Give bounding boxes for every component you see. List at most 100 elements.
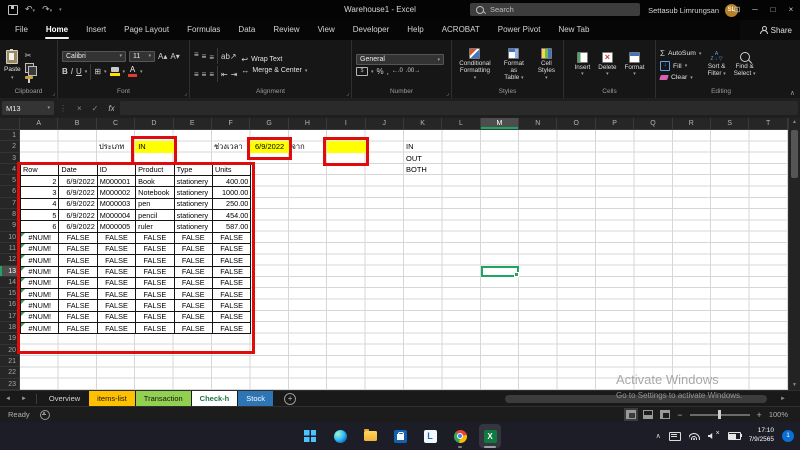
orientation-icon[interactable]: ab↗: [221, 52, 237, 61]
table-cell[interactable]: FALSE: [174, 289, 212, 300]
insert-button[interactable]: Insert▾: [573, 52, 593, 78]
table-cell[interactable]: FALSE: [136, 311, 174, 322]
number-format-select[interactable]: General▾: [356, 54, 444, 65]
table-cell[interactable]: FALSE: [174, 323, 212, 334]
row-header-21[interactable]: 21: [0, 356, 19, 367]
table-cell[interactable]: FALSE: [59, 232, 97, 243]
table-cell[interactable]: FALSE: [212, 232, 250, 243]
ribbon-tab-formulas[interactable]: Formulas: [178, 20, 229, 40]
ribbon-tab-acrobat[interactable]: ACROBAT: [433, 20, 489, 40]
excel-taskbar-button[interactable]: X: [479, 424, 501, 448]
hidden-icons-chevron-icon[interactable]: ∧: [656, 432, 661, 440]
shrink-font-icon[interactable]: A▾: [170, 52, 179, 61]
table-cell[interactable]: FALSE: [97, 311, 135, 322]
zoom-slider-thumb[interactable]: [718, 410, 721, 419]
table-cell[interactable]: FALSE: [59, 323, 97, 334]
table-cell[interactable]: FALSE: [97, 300, 135, 311]
row-header-19[interactable]: 19: [0, 333, 19, 344]
merge-center-button[interactable]: ↔ Merge & Center ▾: [241, 66, 307, 75]
table-cell[interactable]: FALSE: [136, 289, 174, 300]
bold-button[interactable]: B: [62, 67, 68, 76]
start-button[interactable]: [299, 424, 321, 448]
wifi-icon[interactable]: [689, 432, 700, 440]
column-header-r[interactable]: R: [673, 118, 711, 129]
table-cell[interactable]: stationery: [174, 221, 212, 232]
table-cell[interactable]: stationery: [174, 187, 212, 198]
table-cell[interactable]: FALSE: [174, 300, 212, 311]
l-app-button[interactable]: L: [419, 424, 441, 448]
select-all-corner[interactable]: [0, 118, 20, 130]
row-header-8[interactable]: 8: [0, 209, 19, 220]
table-cell[interactable]: 4: [21, 198, 59, 209]
table-cell[interactable]: FALSE: [212, 289, 250, 300]
decrease-indent-icon[interactable]: ⇤: [221, 70, 228, 79]
table-cell[interactable]: #NUM!: [21, 311, 59, 322]
battery-icon[interactable]: [728, 432, 741, 440]
table-cell[interactable]: 6/9/2022: [59, 210, 97, 221]
row-header-12[interactable]: 12: [0, 254, 19, 265]
table-cell[interactable]: FALSE: [174, 232, 212, 243]
table-cell[interactable]: ruler: [136, 221, 174, 232]
align-center-icon[interactable]: ≡: [202, 70, 207, 79]
table-cell[interactable]: 3: [21, 187, 59, 198]
align-bottom-icon[interactable]: ≡: [209, 50, 214, 62]
page-layout-view-icon[interactable]: [643, 410, 653, 419]
edge-button[interactable]: [329, 424, 351, 448]
table-cell[interactable]: FALSE: [212, 277, 250, 288]
file-explorer-button[interactable]: [359, 424, 381, 448]
table-cell[interactable]: stationery: [174, 176, 212, 187]
column-header-n[interactable]: N: [519, 118, 557, 129]
sheet-nav-left-icon[interactable]: ◄: [0, 396, 16, 402]
zoom-out-icon[interactable]: −: [677, 410, 682, 420]
confirm-entry-icon[interactable]: ✓: [92, 104, 99, 113]
comma-style-icon[interactable]: ,: [387, 67, 389, 76]
chrome-button[interactable]: [449, 424, 471, 448]
column-header-f[interactable]: F: [212, 118, 250, 129]
table-cell[interactable]: 2: [21, 176, 59, 187]
scroll-down-icon[interactable]: ▼: [789, 381, 800, 390]
undo-icon[interactable]: ↶▾: [25, 0, 35, 21]
table-cell[interactable]: FALSE: [59, 277, 97, 288]
table-cell[interactable]: FALSE: [136, 255, 174, 266]
paste-dropdown-icon[interactable]: ▾: [11, 75, 14, 81]
option-cell-in[interactable]: IN: [406, 141, 414, 152]
row-header-22[interactable]: 22: [0, 367, 19, 378]
font-dialog-launcher-icon[interactable]: ⌟: [184, 90, 187, 97]
column-header-l[interactable]: L: [442, 118, 480, 129]
ribbon-tab-data[interactable]: Data: [229, 20, 264, 40]
table-cell[interactable]: FALSE: [136, 266, 174, 277]
selected-cell[interactable]: [481, 266, 519, 277]
cut-icon[interactable]: ✂: [25, 51, 34, 60]
table-cell[interactable]: FALSE: [59, 300, 97, 311]
column-header-b[interactable]: B: [58, 118, 96, 129]
customize-qat-icon[interactable]: ▾: [59, 7, 62, 13]
fill-color-icon[interactable]: [110, 67, 120, 76]
format-button[interactable]: Format▾: [623, 52, 647, 78]
column-header-o[interactable]: O: [557, 118, 595, 129]
table-cell[interactable]: 6/9/2022: [59, 198, 97, 209]
column-header-s[interactable]: S: [711, 118, 749, 129]
table-cell[interactable]: M000005: [97, 221, 135, 232]
maximize-button[interactable]: □: [764, 0, 782, 20]
ribbon-tab-power-pivot[interactable]: Power Pivot: [489, 20, 550, 40]
share-button[interactable]: Share: [760, 20, 792, 40]
table-header-cell[interactable]: Units: [212, 164, 250, 175]
row-header-11[interactable]: 11: [0, 243, 19, 254]
table-cell[interactable]: FALSE: [97, 266, 135, 277]
table-cell[interactable]: #NUM!: [21, 243, 59, 254]
table-cell[interactable]: 5: [21, 210, 59, 221]
table-header-cell[interactable]: Date: [59, 164, 97, 175]
minimize-button[interactable]: ─: [746, 0, 764, 20]
row-header-15[interactable]: 15: [0, 288, 19, 299]
table-cell[interactable]: M000001: [97, 176, 135, 187]
column-header-c[interactable]: C: [97, 118, 135, 129]
warehouse-table[interactable]: RowDateIDProductTypeUnits26/9/2022M00000…: [20, 164, 251, 334]
table-cell[interactable]: FALSE: [97, 232, 135, 243]
table-cell[interactable]: 6/9/2022: [59, 221, 97, 232]
table-cell[interactable]: FALSE: [97, 323, 135, 334]
table-header-cell[interactable]: Type: [174, 164, 212, 175]
ribbon-tab-page-layout[interactable]: Page Layout: [115, 20, 178, 40]
row-header-7[interactable]: 7: [0, 198, 19, 209]
from-value-cell[interactable]: [327, 141, 365, 152]
align-right-icon[interactable]: ≡: [209, 70, 214, 79]
